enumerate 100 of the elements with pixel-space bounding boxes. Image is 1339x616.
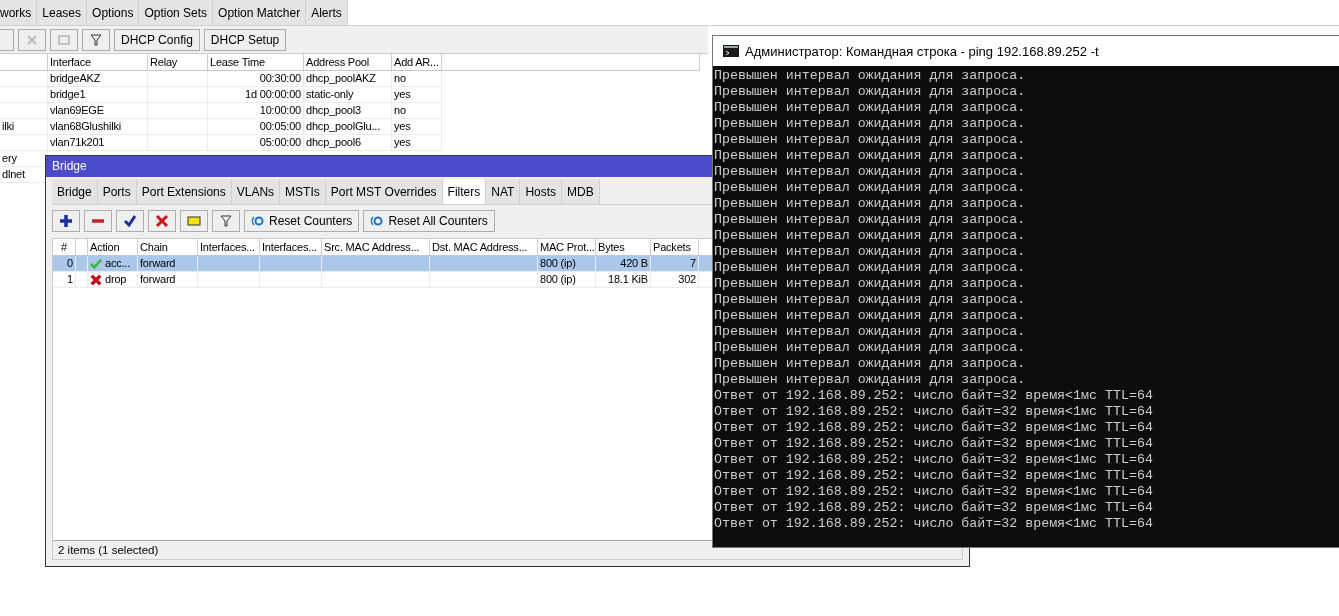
console-line: Ответ от 192.168.89.252: число байт=32 время<1мс TTL=64: [714, 404, 1154, 420]
disable-button[interactable]: [148, 209, 176, 232]
table-cell: bridgeAKZ: [48, 71, 148, 87]
table-cell: yes: [392, 87, 442, 103]
tab[interactable]: Port MST Overrides: [325, 179, 443, 204]
console-line: Превышен интервал ожидания для запроса.: [714, 116, 1027, 132]
comment-button[interactable]: [50, 28, 78, 51]
console-line: Превышен интервал ожидания для запроса.: [714, 100, 1027, 116]
console-line: Ответ от 192.168.89.252: число байт=32 время<1мс TTL=64: [714, 436, 1154, 452]
tab[interactable]: works: [0, 0, 38, 25]
table-cell: ilki: [0, 119, 48, 135]
table-cell: bridge1: [48, 87, 148, 103]
table-cell: static-only: [304, 87, 392, 103]
console-line: Превышен интервал ожидания для запроса.: [714, 308, 1027, 324]
console-line: Превышен интервал ожидания для запроса.: [714, 260, 1027, 276]
check-icon: [123, 213, 137, 228]
console-icon: [723, 45, 739, 57]
tab[interactable]: NAT: [486, 179, 521, 204]
toolbar-button[interactable]: Reset Counters: [244, 209, 360, 232]
table-cell: no: [392, 103, 442, 119]
table-cell: vlan69EGE: [48, 103, 148, 119]
console-line: Превышен интервал ожидания для запроса.: [714, 340, 1027, 356]
console-line: Ответ от 192.168.89.252: число байт=32 время<1мс TTL=64: [714, 452, 1154, 468]
table-cell: [76, 256, 88, 272]
toolbar-button[interactable]: DHCP Config: [114, 28, 200, 51]
table-cell: dhcp_pool3: [304, 103, 392, 119]
remove-button[interactable]: [84, 209, 112, 232]
x-icon: [25, 32, 39, 47]
tab[interactable]: Options: [87, 0, 140, 25]
note-icon: [57, 32, 71, 47]
tab[interactable]: Ports: [97, 179, 137, 204]
table-cell: dlnet: [0, 167, 48, 183]
tab[interactable]: Leases: [37, 0, 88, 25]
table-cell: 00:30:00: [208, 71, 304, 87]
tab[interactable]: Bridge: [52, 179, 98, 204]
add-button[interactable]: [52, 209, 80, 232]
console-line: Превышен интервал ожидания для запроса.: [714, 324, 1027, 340]
filter-button[interactable]: [212, 209, 240, 232]
console-line: Ответ от 192.168.89.252: число байт=32 время<1мс TTL=64: [714, 468, 1154, 484]
table-cell: yes: [392, 119, 442, 135]
console-line: Превышен интервал ожидания для запроса.: [714, 212, 1027, 228]
table-cell: 800 (ip): [538, 272, 596, 288]
table-cell: [260, 256, 322, 272]
table-cell: [148, 71, 208, 87]
tab[interactable]: Port Extensions: [136, 179, 232, 204]
console-line: Ответ от 192.168.89.252: число байт=32 время<1мс TTL=64: [714, 500, 1154, 516]
console-line: Превышен интервал ожидания для запроса.: [714, 132, 1027, 148]
table-cell: 00:05:00: [208, 119, 304, 135]
console-line: Превышен интервал ожидания для запроса.: [714, 180, 1027, 196]
console-line: Превышен интервал ожидания для запроса.: [714, 372, 1027, 388]
table-cell: [260, 272, 322, 288]
table-cell: forward: [138, 272, 198, 288]
tab[interactable]: MDB: [562, 179, 600, 204]
x-icon: [155, 213, 169, 228]
table-cell: vlan71k201: [48, 135, 148, 151]
table-cell: 302: [651, 272, 699, 288]
tab[interactable]: Option Sets: [139, 0, 214, 25]
comment-button[interactable]: [180, 209, 208, 232]
console-line: Превышен интервал ожидания для запроса.: [714, 356, 1027, 372]
tab[interactable]: Filters: [442, 179, 487, 204]
toolbar-button[interactable]: Reset All Counters: [363, 209, 495, 232]
table-cell: 420 B: [596, 256, 651, 272]
console-line: Превышен интервал ожидания для запроса.: [714, 196, 1027, 212]
x-icon: [90, 273, 102, 286]
table-cell: 10:00:00: [208, 103, 304, 119]
table-cell: acc...: [88, 256, 138, 272]
table-cell: ery: [0, 151, 48, 167]
console-line: Ответ от 192.168.89.252: число байт=32 время<1мс TTL=64: [714, 420, 1154, 436]
filter-icon: [219, 213, 233, 228]
check-icon: [90, 257, 102, 270]
table-cell: 1: [53, 272, 76, 288]
table-cell: 1d 00:00:00: [208, 87, 304, 103]
table-cell: no: [392, 71, 442, 87]
plus-icon: [59, 213, 73, 228]
note-icon: [187, 213, 201, 228]
console-line: Ответ от 192.168.89.252: число байт=32 время<1мс TTL=64: [714, 484, 1154, 500]
tab[interactable]: Option Matcher: [213, 0, 307, 25]
tab[interactable]: Hosts: [520, 179, 563, 204]
table-cell: dhcp_pool6: [304, 135, 392, 151]
table-cell: yes: [392, 135, 442, 151]
table-cell: forward: [138, 256, 198, 272]
table-cell: [76, 272, 88, 288]
filter-button[interactable]: [82, 28, 110, 51]
table-cell: dhcp_poolGlu...: [304, 119, 392, 135]
table-cell: 18.1 KiB: [596, 272, 651, 288]
console-line: Превышен интервал ожидания для запроса.: [714, 244, 1027, 260]
tab[interactable]: Alerts: [306, 0, 348, 25]
console-line: Ответ от 192.168.89.252: число байт=32 время<1мс TTL=64: [714, 388, 1154, 404]
table-cell: 0: [53, 256, 76, 272]
table-cell: [198, 256, 260, 272]
toolbar-button[interactable]: DHCP Setup: [203, 28, 287, 51]
table-cell: 05:00:00: [208, 135, 304, 151]
tab[interactable]: MSTIs: [280, 179, 326, 204]
tab[interactable]: VLANs: [231, 179, 281, 204]
table-cell: dhcp_poolAKZ: [304, 71, 392, 87]
enable-button[interactable]: [116, 209, 144, 232]
console-line: Ответ от 192.168.89.252: число байт=32 время<1мс TTL=64: [714, 516, 1154, 532]
window-title: Администратор: Командная строка - ping 192.168.89.252 -t: [745, 43, 1099, 59]
table-cell: 800 (ip): [538, 256, 596, 272]
filter-icon: [89, 32, 103, 47]
